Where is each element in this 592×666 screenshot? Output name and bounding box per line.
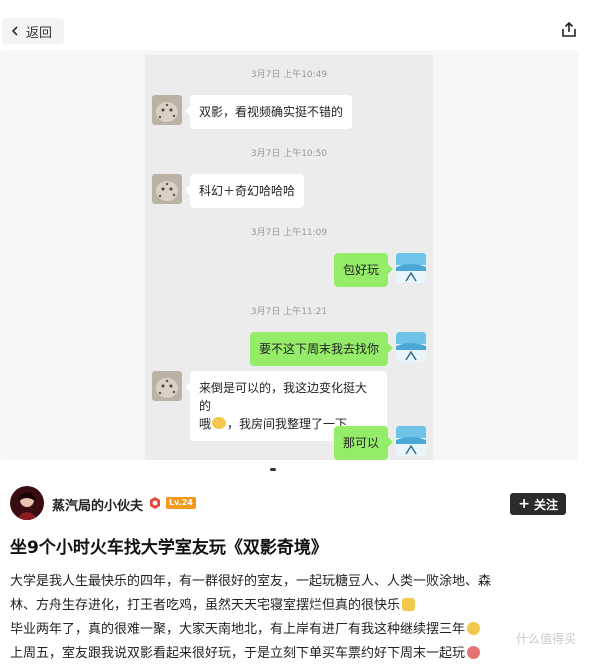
author-name[interactable]: 蒸汽局的小伙夫	[52, 495, 143, 514]
post-body: 大学是我人生最快乐的四年，有一群很好的室友，一起玩糖豆人、人类一败涂地、森 林、…	[10, 570, 582, 666]
post-line-text: 毕业两年了，真的很难一聚，大家天南地北，有上岸有进厂有我这种继续摆三年	[10, 622, 466, 637]
top-bar: 返回	[0, 0, 592, 50]
timestamp: 3月7日 上午10:49	[250, 70, 328, 80]
message-bubble-mine: 要不这下周末我去找你	[249, 332, 394, 366]
emoji-icon	[467, 646, 481, 659]
post-line-text: 上周五，室友跟我说双影看起来很好玩，于是立刻下单买车票约好下周末一起玩	[10, 646, 466, 661]
post-paragraph: 毕业两年了，真的很难一聚，大家天南地北，有上岸有进厂有我这种继续摆三年	[10, 618, 582, 642]
message-line: ，我房间我整理了一下	[227, 417, 348, 431]
friend-avatar	[152, 371, 182, 401]
message-bubble: 双影，看视频确实挺不错的	[184, 95, 353, 129]
timestamp: 3月7日 上午11:09	[250, 228, 328, 238]
back-label: 返回	[26, 25, 53, 41]
author-avatar[interactable]	[10, 486, 44, 520]
message-line: 来倒是可以的，我这边变化挺大的	[199, 381, 368, 413]
message-bubble-mine: 那可以	[333, 426, 394, 460]
my-avatar	[396, 332, 426, 362]
my-avatar	[396, 253, 426, 283]
follow-label: 关注	[533, 497, 558, 512]
message-line: 哦	[199, 417, 212, 431]
medal-badge-icon	[150, 497, 160, 509]
image-pager-indicator	[270, 468, 276, 471]
back-button[interactable]: 返回	[2, 18, 65, 44]
share-icon[interactable]	[560, 21, 578, 39]
emoji-icon	[402, 598, 416, 611]
timestamp: 3月7日 上午10:50	[250, 149, 328, 159]
friend-avatar	[152, 174, 182, 204]
timestamp: 3月7日 上午11:21	[250, 307, 328, 317]
level-badge: Lv.24	[166, 497, 196, 509]
chevron-left-icon	[11, 26, 18, 36]
watermark: 什么值得买	[515, 632, 576, 646]
message-bubble: 科幻＋奇幻哈哈哈	[184, 174, 305, 208]
my-avatar	[396, 426, 426, 456]
message-bubble-mine: 包好玩	[333, 253, 394, 287]
post-paragraph: 大学是我人生最快乐的四年，有一群很好的室友，一起玩糖豆人、人类一败涂地、森	[10, 574, 492, 589]
post-title: 坐9个小时火车找大学室友玩《双影奇境》	[10, 538, 328, 558]
post-paragraph: 上周五，室友跟我说双影看起来很好玩，于是立刻下单买车票约好下周末一起玩	[10, 642, 582, 666]
plus-icon: +	[518, 496, 530, 512]
chat-screenshot[interactable]: 3月7日 上午10:49 双影，看视频确实挺不错的 3月7日 上午10:50 科…	[145, 55, 433, 460]
cat-emoji-icon	[212, 417, 227, 429]
post-line-text: 林、方舟生存进化，打王者吃鸡，虽然天天宅寝室摆烂但真的很快乐	[10, 598, 401, 613]
emoji-icon	[467, 622, 481, 635]
author-row: 蒸汽局的小伙夫 Lv.24 + 关注	[10, 486, 582, 520]
follow-button[interactable]: + 关注	[510, 493, 566, 515]
friend-avatar	[152, 95, 182, 125]
post-paragraph: 林、方舟生存进化，打王者吃鸡，虽然天天宅寝室摆烂但真的很快乐	[10, 594, 582, 618]
